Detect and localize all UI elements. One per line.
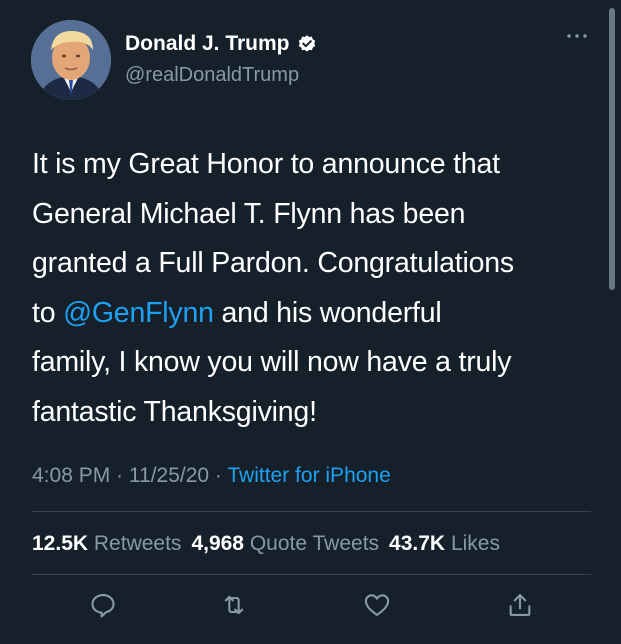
author-display-name[interactable]: Donald J. Trump (125, 32, 290, 56)
quote-tweets-count: 4,968 (191, 532, 244, 555)
more-icon[interactable] (565, 30, 589, 42)
tweet-stats: 12.5K Retweets 4,968 Quote Tweets 43.7K Li… (32, 532, 500, 556)
quote-tweets-label: Quote Tweets (249, 532, 380, 555)
retweets-stat[interactable]: 12.5K Retweets (32, 532, 181, 555)
scrollbar[interactable] (609, 8, 615, 290)
tweet-line: family, I know you will now have a truly (32, 346, 512, 378)
tweet-metadata: 4:08 PM · 11/25/20 · Twitter for iPhone (32, 464, 391, 488)
tweet-date[interactable]: 11/25/20 (129, 464, 209, 487)
action-bar (0, 590, 621, 626)
avatar[interactable] (31, 20, 111, 100)
retweet-icon[interactable] (219, 590, 249, 620)
tweet-line: to @GenFlynn and his wonderful (32, 296, 442, 329)
tweet-line: granted a Full Pardon. Congratulations (32, 247, 514, 279)
tweet-time[interactable]: 4:08 PM (32, 464, 110, 487)
likes-count: 43.7K (389, 532, 446, 555)
mention-link[interactable]: @GenFlynn (63, 297, 214, 329)
reply-icon[interactable] (88, 590, 118, 620)
share-icon[interactable] (505, 590, 535, 620)
verified-badge-icon (298, 35, 315, 52)
avatar-portrait (31, 20, 111, 100)
tweet-line: It is my Great Honor to announce that (32, 148, 500, 180)
author-handle[interactable]: @realDonaldTrump (125, 64, 299, 87)
divider (32, 574, 591, 575)
likes-stat[interactable]: 43.7K Likes (389, 532, 500, 555)
tweet-detail: Donald J. Trump @realDonaldTrump It is m… (0, 0, 621, 644)
heart-icon[interactable] (362, 590, 392, 620)
tweet-text: It is my Great Honor to announce that Ge… (32, 140, 592, 437)
meta-separator: · (209, 464, 228, 487)
meta-separator: · (110, 464, 129, 487)
quote-tweets-stat[interactable]: 4,968 Quote Tweets (191, 532, 379, 555)
author-name[interactable]: Donald J. Trump (125, 32, 317, 56)
tweet-line: fantastic Thanksgiving! (32, 395, 317, 428)
divider (32, 511, 591, 512)
likes-label: Likes (450, 532, 500, 555)
tweet-line: General Michael T. Flynn has been (32, 197, 466, 230)
tweet-source[interactable]: Twitter for iPhone (227, 464, 390, 487)
retweets-label: Retweets (93, 532, 182, 555)
retweets-count: 12.5K (32, 532, 89, 555)
